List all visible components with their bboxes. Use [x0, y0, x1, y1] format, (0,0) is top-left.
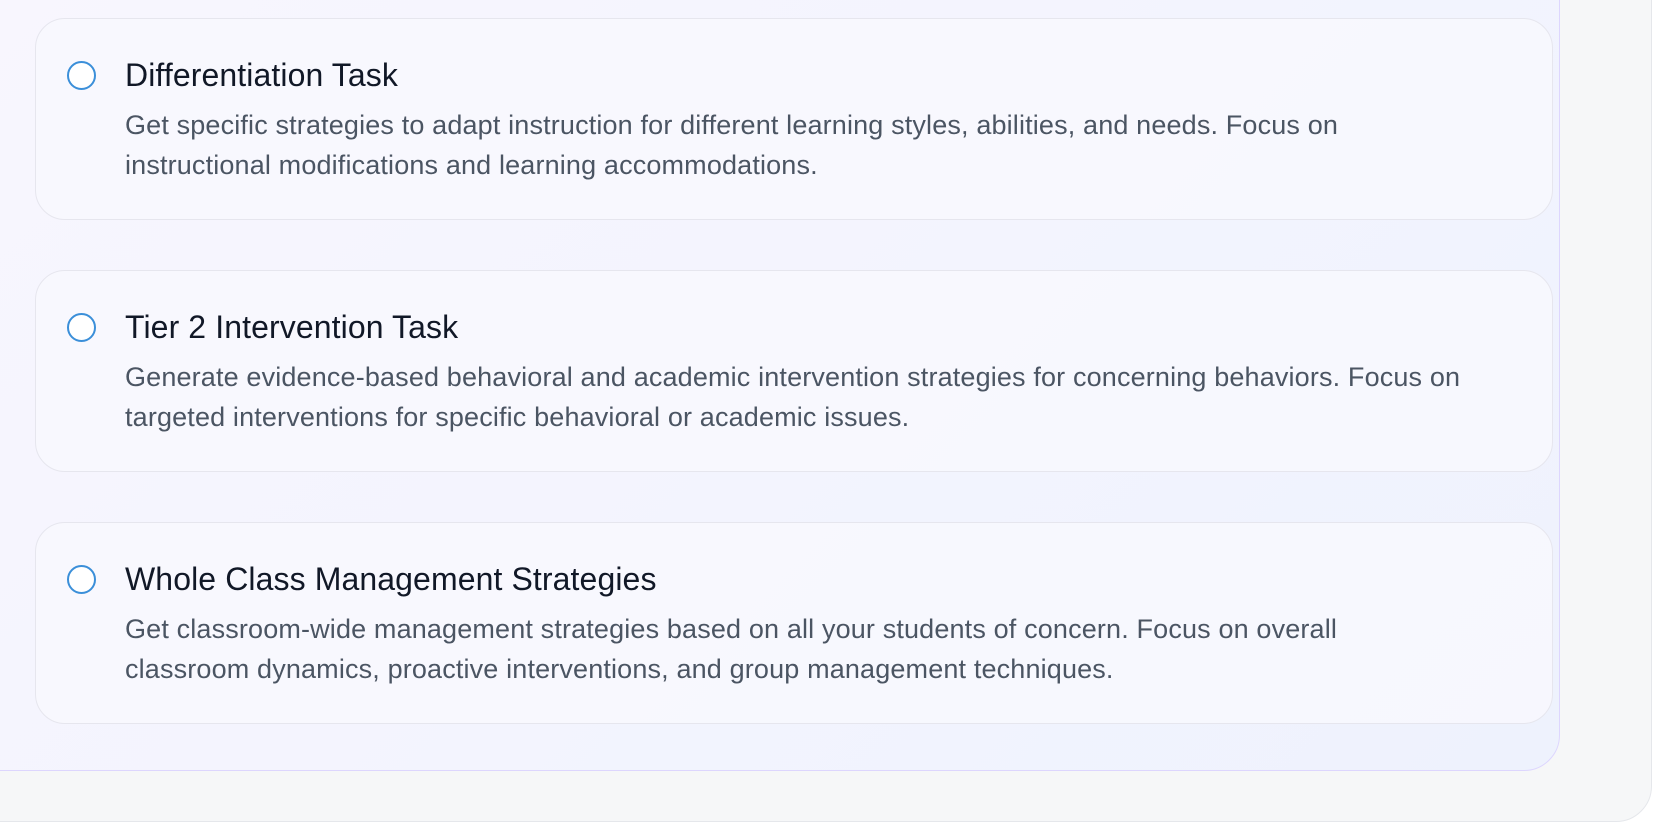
task-option-list: Differentiation Task Get specific strate…	[35, 18, 1553, 724]
task-option-title: Tier 2 Intervention Task	[125, 309, 459, 345]
radio-button-whole-class-management[interactable]	[67, 565, 96, 594]
radio-button-tier2-intervention[interactable]	[67, 313, 96, 342]
task-option-description: Get specific strategies to adapt instruc…	[125, 110, 1339, 180]
task-option-title: Whole Class Management Strategies	[125, 561, 657, 597]
task-option-whole-class-management[interactable]: Whole Class Management Strategies Get cl…	[35, 522, 1553, 724]
task-option-description: Get classroom-wide management strategies…	[125, 614, 1338, 684]
task-option-title: Differentiation Task	[125, 57, 398, 93]
task-option-differentiation[interactable]: Differentiation Task Get specific strate…	[35, 18, 1553, 220]
task-option-description: Generate evidence-based behavioral and a…	[125, 362, 1461, 432]
radio-button-differentiation[interactable]	[67, 61, 96, 90]
task-option-tier2-intervention[interactable]: Tier 2 Intervention Task Generate eviden…	[35, 270, 1553, 472]
